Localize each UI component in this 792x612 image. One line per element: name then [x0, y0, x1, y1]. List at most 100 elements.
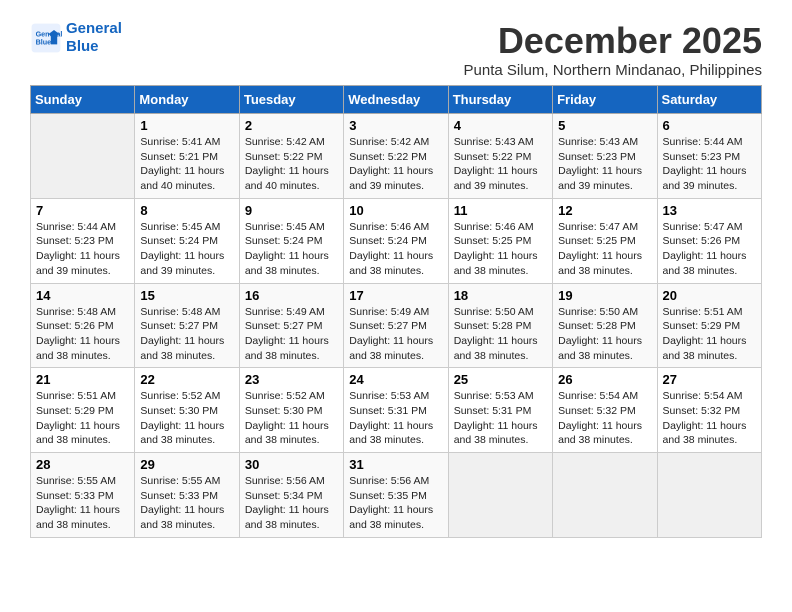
day-number: 5 [558, 118, 651, 133]
calendar-cell [553, 453, 657, 538]
calendar-cell: 12 Sunrise: 5:47 AMSunset: 5:25 PMDayligh… [553, 198, 657, 283]
day-number: 18 [454, 288, 547, 303]
calendar-cell: 10Sunrise: 5:46 AMSunset: 5:24 PMDayligh… [344, 198, 448, 283]
week-row-4: 21 Sunrise: 5:51 AMSunset: 5:29 PMDayligh… [31, 368, 762, 453]
day-number: 12 [558, 203, 651, 218]
week-row-2: 7 Sunrise: 5:44 AMSunset: 5:23 PMDaylight… [31, 198, 762, 283]
calendar-cell: 27 Sunrise: 5:54 AMSunset: 5:32 PMDayligh… [657, 368, 761, 453]
calendar-cell: 15Sunrise: 5:48 AMSunset: 5:27 PMDayligh… [135, 283, 239, 368]
calendar-cell: 1 Sunrise: 5:41 AMSunset: 5:21 PMDaylight… [135, 114, 239, 199]
calendar-cell: 7 Sunrise: 5:44 AMSunset: 5:23 PMDaylight… [31, 198, 135, 283]
day-number: 14 [36, 288, 129, 303]
day-info: Sunrise: 5:50 AMSunset: 5:28 PMDaylight:… [558, 305, 651, 364]
calendar-cell: 8 Sunrise: 5:45 AMSunset: 5:24 PMDaylight… [135, 198, 239, 283]
logo-icon: General Blue [30, 22, 62, 54]
day-number: 11 [454, 203, 547, 218]
day-info: Sunrise: 5:43 AMSunset: 5:23 PMDaylight:… [558, 135, 651, 194]
weekday-header-sunday: Sunday [31, 86, 135, 114]
day-info: Sunrise: 5:51 AMSunset: 5:29 PMDaylight:… [663, 305, 756, 364]
day-number: 27 [663, 372, 756, 387]
calendar-cell: 26Sunrise: 5:54 AMSunset: 5:32 PMDayligh… [553, 368, 657, 453]
day-info: Sunrise: 5:54 AMSunset: 5:32 PMDaylight:… [663, 389, 756, 448]
day-number: 8 [140, 203, 233, 218]
day-number: 30 [245, 457, 338, 472]
day-info: Sunrise: 5:52 AMSunset: 5:30 PMDaylight:… [140, 389, 233, 448]
day-info: Sunrise: 5:44 AMSunset: 5:23 PMDaylight:… [36, 220, 129, 279]
day-number: 17 [349, 288, 442, 303]
day-info: Sunrise: 5:44 AMSunset: 5:23 PMDaylight:… [663, 135, 756, 194]
logo: General Blue General Blue [30, 20, 122, 56]
calendar-cell: 4Sunrise: 5:43 AMSunset: 5:22 PMDaylight… [448, 114, 552, 199]
calendar-cell: 13 Sunrise: 5:47 AMSunset: 5:26 PMDayligh… [657, 198, 761, 283]
day-number: 19 [558, 288, 651, 303]
logo-text: General Blue [66, 20, 122, 56]
day-number: 22 [140, 372, 233, 387]
day-info: Sunrise: 5:55 AMSunset: 5:33 PMDaylight:… [36, 474, 129, 533]
calendar-cell: 30 Sunrise: 5:56 AMSunset: 5:34 PMDayligh… [239, 453, 343, 538]
calendar-cell [657, 453, 761, 538]
day-info: Sunrise: 5:49 AMSunset: 5:27 PMDaylight:… [349, 305, 442, 364]
calendar-cell [448, 453, 552, 538]
calendar-cell: 24Sunrise: 5:53 AMSunset: 5:31 PMDayligh… [344, 368, 448, 453]
day-number: 15 [140, 288, 233, 303]
calendar-cell: 14Sunrise: 5:48 AMSunset: 5:26 PMDayligh… [31, 283, 135, 368]
day-info: Sunrise: 5:47 AMSunset: 5:26 PMDaylight:… [663, 220, 756, 279]
day-info: Sunrise: 5:42 AMSunset: 5:22 PMDaylight:… [245, 135, 338, 194]
calendar-cell: 25 Sunrise: 5:53 AMSunset: 5:31 PMDayligh… [448, 368, 552, 453]
day-info: Sunrise: 5:49 AMSunset: 5:27 PMDaylight:… [245, 305, 338, 364]
calendar-cell: 16 Sunrise: 5:49 AMSunset: 5:27 PMDayligh… [239, 283, 343, 368]
day-info: Sunrise: 5:43 AMSunset: 5:22 PMDaylight:… [454, 135, 547, 194]
day-number: 20 [663, 288, 756, 303]
calendar-cell: 28Sunrise: 5:55 AMSunset: 5:33 PMDayligh… [31, 453, 135, 538]
day-number: 2 [245, 118, 338, 133]
day-info: Sunrise: 5:51 AMSunset: 5:29 PMDaylight:… [36, 389, 129, 448]
calendar-cell: 11 Sunrise: 5:46 AMSunset: 5:25 PMDayligh… [448, 198, 552, 283]
day-info: Sunrise: 5:42 AMSunset: 5:22 PMDaylight:… [349, 135, 442, 194]
day-info: Sunrise: 5:41 AMSunset: 5:21 PMDaylight:… [140, 135, 233, 194]
day-number: 1 [140, 118, 233, 133]
day-number: 6 [663, 118, 756, 133]
calendar-cell: 6 Sunrise: 5:44 AMSunset: 5:23 PMDaylight… [657, 114, 761, 199]
day-number: 31 [349, 457, 442, 472]
day-number: 9 [245, 203, 338, 218]
title-area: December 2025 Punta Silum, Northern Mind… [464, 20, 763, 79]
header: General Blue General Blue December 2025 … [30, 20, 762, 79]
calendar-cell: 21 Sunrise: 5:51 AMSunset: 5:29 PMDayligh… [31, 368, 135, 453]
week-row-5: 28Sunrise: 5:55 AMSunset: 5:33 PMDayligh… [31, 453, 762, 538]
month-title: December 2025 [464, 20, 763, 62]
calendar-cell: 2 Sunrise: 5:42 AMSunset: 5:22 PMDaylight… [239, 114, 343, 199]
weekday-header-tuesday: Tuesday [239, 86, 343, 114]
day-info: Sunrise: 5:52 AMSunset: 5:30 PMDaylight:… [245, 389, 338, 448]
day-info: Sunrise: 5:55 AMSunset: 5:33 PMDaylight:… [140, 474, 233, 533]
day-number: 25 [454, 372, 547, 387]
weekday-header-friday: Friday [553, 86, 657, 114]
weekday-header-wednesday: Wednesday [344, 86, 448, 114]
weekday-header-saturday: Saturday [657, 86, 761, 114]
day-number: 23 [245, 372, 338, 387]
calendar-cell: 5 Sunrise: 5:43 AMSunset: 5:23 PMDaylight… [553, 114, 657, 199]
day-info: Sunrise: 5:46 AMSunset: 5:25 PMDaylight:… [454, 220, 547, 279]
day-info: Sunrise: 5:47 AMSunset: 5:25 PMDaylight:… [558, 220, 651, 279]
day-number: 26 [558, 372, 651, 387]
logo-line2: Blue [66, 38, 99, 55]
day-number: 13 [663, 203, 756, 218]
day-number: 24 [349, 372, 442, 387]
day-info: Sunrise: 5:53 AMSunset: 5:31 PMDaylight:… [454, 389, 547, 448]
day-info: Sunrise: 5:45 AMSunset: 5:24 PMDaylight:… [140, 220, 233, 279]
day-info: Sunrise: 5:56 AMSunset: 5:34 PMDaylight:… [245, 474, 338, 533]
calendar-cell: 9Sunrise: 5:45 AMSunset: 5:24 PMDaylight… [239, 198, 343, 283]
calendar-cell: 3Sunrise: 5:42 AMSunset: 5:22 PMDaylight… [344, 114, 448, 199]
weekday-header-monday: Monday [135, 86, 239, 114]
day-number: 7 [36, 203, 129, 218]
weekday-header-row: SundayMondayTuesdayWednesdayThursdayFrid… [31, 86, 762, 114]
day-number: 21 [36, 372, 129, 387]
calendar-cell: 18Sunrise: 5:50 AMSunset: 5:28 PMDayligh… [448, 283, 552, 368]
calendar-cell [31, 114, 135, 199]
day-number: 16 [245, 288, 338, 303]
calendar-cell: 29 Sunrise: 5:55 AMSunset: 5:33 PMDayligh… [135, 453, 239, 538]
day-info: Sunrise: 5:46 AMSunset: 5:24 PMDaylight:… [349, 220, 442, 279]
weekday-header-thursday: Thursday [448, 86, 552, 114]
week-row-1: 1 Sunrise: 5:41 AMSunset: 5:21 PMDaylight… [31, 114, 762, 199]
calendar-cell: 17 Sunrise: 5:49 AMSunset: 5:27 PMDayligh… [344, 283, 448, 368]
day-number: 29 [140, 457, 233, 472]
